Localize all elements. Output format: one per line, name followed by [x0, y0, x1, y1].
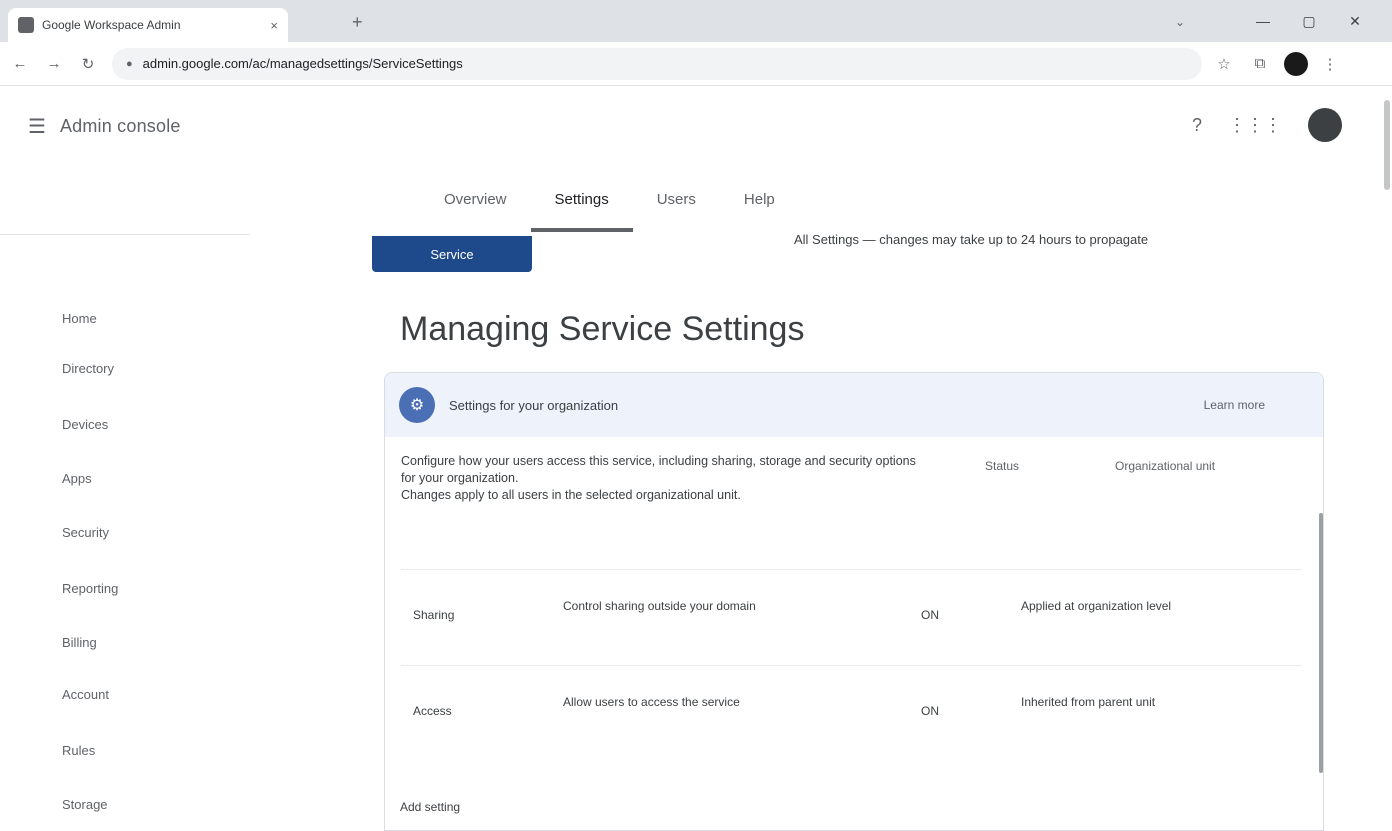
row-detail: Allow users to access the service — [563, 695, 740, 709]
section-tag: Service — [372, 236, 532, 272]
sidebar-item-devices[interactable]: Devices — [62, 417, 108, 432]
reload-icon[interactable]: ↻ — [74, 50, 102, 78]
description-paragraph: Changes apply to all users in the select… — [401, 488, 741, 502]
extensions-icon[interactable]: ⧉ — [1246, 50, 1274, 78]
back-icon[interactable]: ← — [6, 50, 34, 78]
header-actions: ? ⋮⋮⋮ — [1192, 108, 1342, 142]
favicon-icon — [18, 17, 34, 33]
row-scope: Applied at organization level — [1021, 599, 1172, 613]
page-title: Managing Service Settings — [400, 310, 805, 348]
sidebar-item-rules[interactable]: Rules — [62, 743, 95, 758]
browser-tab-strip: Google Workspace Admin × + ⌄ — ▢ ✕ — [0, 0, 1392, 42]
site-header: ☰ Admin console ? ⋮⋮⋮ — [0, 88, 1392, 164]
browser-profile-avatar[interactable] — [1284, 51, 1308, 76]
maximize-icon[interactable]: ▢ — [1286, 6, 1332, 36]
close-window-icon[interactable]: ✕ — [1332, 6, 1378, 36]
tab-users[interactable]: Users — [633, 170, 720, 232]
status-badge: ON — [921, 608, 939, 622]
tab-search-icon[interactable]: ⌄ — [1170, 12, 1190, 32]
settings-card: ⚙ Settings for your organization Learn m… — [384, 372, 1324, 831]
site-logo[interactable]: Admin console — [60, 116, 181, 137]
sidebar: Home Directory Devices Apps Security Rep… — [0, 234, 250, 831]
help-icon[interactable]: ? — [1192, 115, 1202, 136]
browser-tab-title: Google Workspace Admin — [42, 18, 181, 32]
row-scope: Inherited from parent unit — [1021, 695, 1156, 709]
sidebar-item-home[interactable]: Home — [62, 311, 97, 326]
add-setting-link[interactable]: Add setting — [400, 800, 460, 814]
sidebar-item-directory[interactable]: Directory — [62, 361, 114, 376]
row-name: Sharing — [413, 608, 455, 622]
settings-gear-icon: ⚙ — [399, 387, 435, 423]
apps-grid-icon[interactable]: ⋮⋮⋮ — [1228, 115, 1282, 136]
address-bar[interactable]: ● admin.google.com/ac/managedsettings/Se… — [112, 47, 1202, 80]
card-description: Configure how your users access this ser… — [401, 453, 921, 504]
new-tab-button[interactable]: + — [352, 12, 363, 33]
bookmark-star-icon[interactable]: ☆ — [1210, 50, 1238, 78]
learn-more-link[interactable]: Learn more — [1204, 398, 1265, 412]
close-tab-icon[interactable]: × — [270, 18, 278, 33]
page-scrollbar[interactable] — [1384, 100, 1390, 190]
row-detail: Control sharing outside your domain — [563, 599, 756, 613]
nav-tabs: Overview Settings Users Help — [420, 170, 799, 232]
row-name: Access — [413, 704, 452, 718]
card-title: Settings for your organization — [449, 397, 619, 413]
minimize-icon[interactable]: — — [1240, 6, 1286, 36]
column-header-org-unit: Organizational unit — [1115, 459, 1216, 473]
card-header: ⚙ Settings for your organization Learn m… — [385, 373, 1323, 437]
sidebar-item-apps[interactable]: Apps — [62, 471, 92, 486]
address-bar-url: admin.google.com/ac/managedsettings/Serv… — [142, 56, 463, 71]
top-note: All Settings — changes may take up to 24… — [794, 232, 1149, 247]
tab-help[interactable]: Help — [720, 170, 799, 232]
sidebar-item-security[interactable]: Security — [62, 525, 109, 540]
browser-menu-icon[interactable]: ⋮ — [1316, 50, 1344, 78]
account-avatar[interactable] — [1308, 108, 1342, 142]
table-row[interactable]: Access Allow users to access the service… — [401, 665, 1301, 761]
status-badge: ON — [921, 704, 939, 718]
column-header-status: Status — [985, 459, 1020, 473]
card-scrollbar[interactable] — [1319, 513, 1323, 773]
sidebar-item-billing[interactable]: Billing — [62, 635, 97, 650]
table-row[interactable]: Sharing Control sharing outside your dom… — [401, 569, 1301, 665]
sidebar-item-reporting[interactable]: Reporting — [62, 581, 118, 596]
browser-tab[interactable]: Google Workspace Admin × — [8, 8, 288, 42]
hamburger-menu-icon[interactable]: ☰ — [28, 114, 46, 139]
sidebar-item-account[interactable]: Account — [62, 687, 109, 702]
description-paragraph: Configure how your users access this ser… — [401, 454, 916, 485]
tab-overview[interactable]: Overview — [420, 170, 531, 232]
lock-icon: ● — [126, 57, 133, 70]
forward-icon[interactable]: → — [40, 50, 68, 78]
tab-settings[interactable]: Settings — [530, 170, 633, 232]
window-controls: — ▢ ✕ — [1240, 6, 1378, 36]
sidebar-item-storage[interactable]: Storage — [62, 797, 108, 812]
browser-toolbar: ← → ↻ ● admin.google.com/ac/managedsetti… — [0, 42, 1392, 86]
